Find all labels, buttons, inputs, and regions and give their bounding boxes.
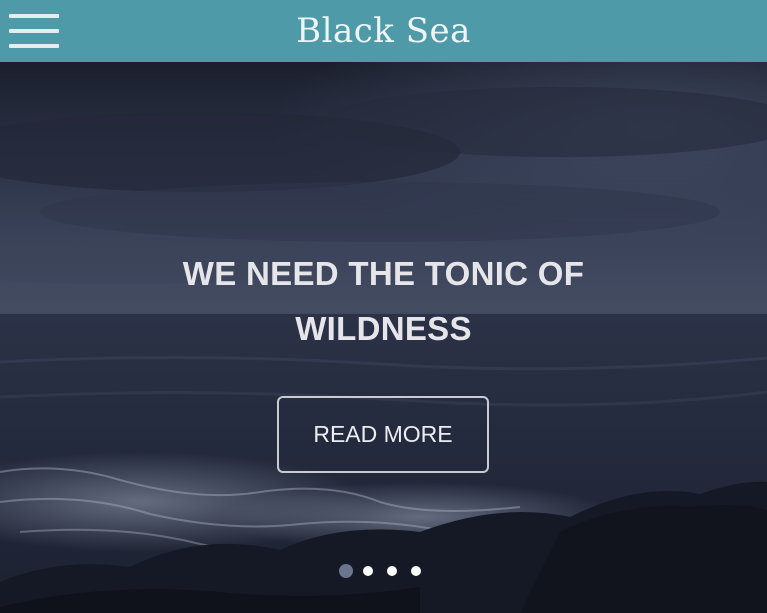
menu-bar-line — [9, 44, 59, 48]
page: Black Sea WE NEED THE TONIC OF WILDNESS … — [0, 0, 767, 613]
hero-heading-line: WE NEED THE TONIC OF — [182, 255, 585, 292]
carousel-dot-4[interactable] — [411, 566, 421, 576]
top-navbar: Black Sea — [0, 0, 767, 62]
hero-slider: WE NEED THE TONIC OF WILDNESS READ MORE — [0, 62, 767, 613]
carousel-dot-1[interactable] — [339, 564, 353, 578]
read-more-button[interactable]: READ MORE — [277, 396, 489, 473]
hero-heading-line: WILDNESS — [295, 310, 472, 347]
carousel-dot-3[interactable] — [387, 566, 397, 576]
menu-bar-line — [9, 29, 59, 33]
hero-heading: WE NEED THE TONIC OF WILDNESS — [140, 246, 627, 356]
carousel-indicators — [339, 564, 435, 578]
carousel-dot-2[interactable] — [363, 566, 373, 576]
site-logo[interactable]: Black Sea — [0, 0, 767, 62]
menu-bar-line — [9, 14, 59, 18]
hamburger-menu-icon[interactable] — [9, 14, 59, 48]
